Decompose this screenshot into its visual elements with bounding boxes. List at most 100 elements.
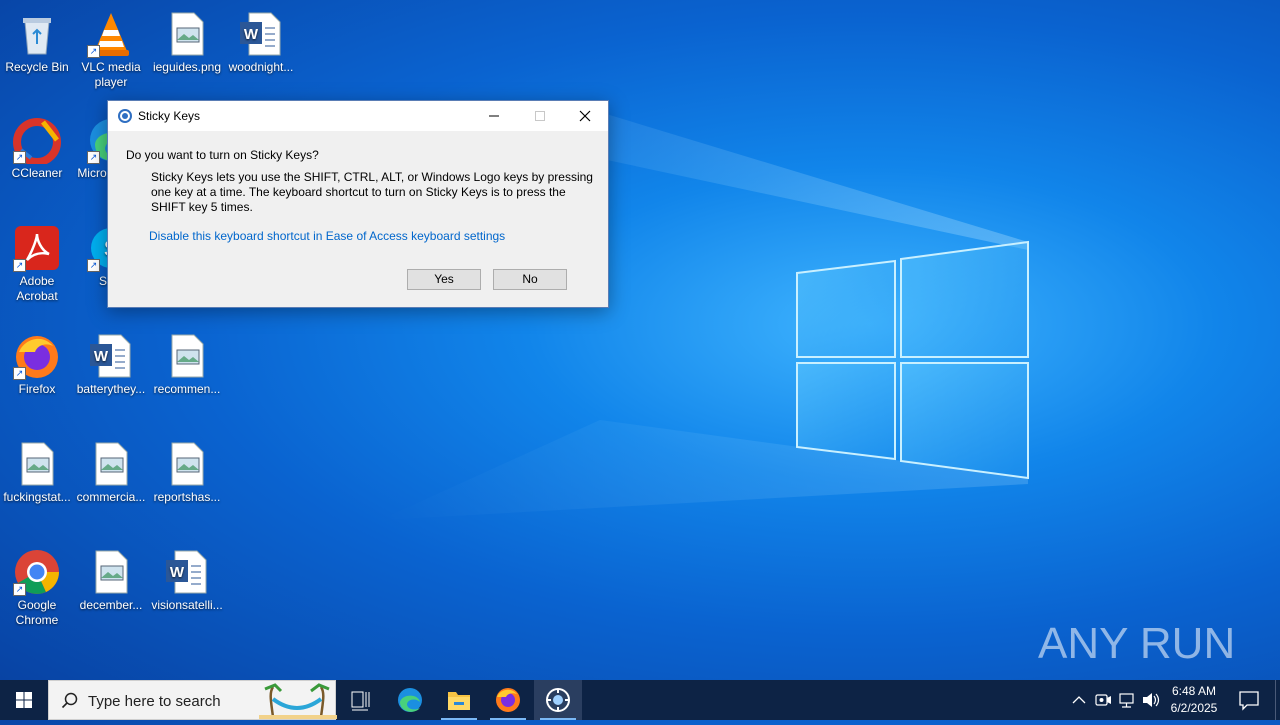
image-file-icon (13, 440, 61, 488)
taskbar-clock[interactable]: 6:48 AM 6/2/2025 (1160, 683, 1228, 717)
ccleaner-icon: ↗ (13, 116, 61, 166)
dialog-title: Sticky Keys (138, 109, 201, 123)
desktop-icon-firefox[interactable]: ↗ Firefox (0, 328, 75, 397)
windows-start-icon (16, 692, 32, 708)
desktop-icon-file[interactable]: W batterythey... (73, 328, 149, 397)
ease-of-access-icon (546, 688, 570, 712)
taskbar-ease-of-access-button[interactable] (534, 680, 582, 720)
close-button[interactable] (562, 101, 608, 131)
watermark-text: ANY RUN (1038, 619, 1232, 668)
clock-date: 6/2/2025 (1170, 701, 1218, 715)
svg-text:W: W (170, 564, 185, 581)
image-file-icon (163, 10, 211, 58)
action-center-button[interactable] (1232, 680, 1266, 720)
image-file-icon (163, 332, 211, 380)
desktop-icon-label: VLC media player (81, 60, 141, 89)
chrome-icon: ↗ (13, 548, 61, 596)
taskbar-edge-button[interactable] (386, 680, 434, 720)
dialog-titlebar[interactable]: Sticky Keys (108, 101, 608, 131)
dialog-question: Do you want to turn on Sticky Keys? (126, 148, 319, 162)
desktop-icon-label: woodnight... (228, 60, 294, 74)
desktop-icon-file[interactable]: fuckingstat... (0, 436, 75, 505)
shortcut-arrow-icon: ↗ (87, 151, 100, 164)
image-file-icon (163, 440, 211, 488)
recycle-bin-icon (13, 10, 61, 58)
task-view-icon (351, 691, 370, 711)
shortcut-arrow-icon: ↗ (13, 583, 26, 596)
desktop-icon-label: commercia... (76, 490, 146, 504)
desktop-icon-label: recommen... (153, 382, 221, 396)
taskbar-firefox-button[interactable] (484, 680, 532, 720)
shortcut-arrow-icon: ↗ (13, 151, 26, 164)
close-icon (579, 110, 591, 122)
word-doc-icon: W (163, 548, 211, 596)
show-desktop-button[interactable] (1275, 680, 1280, 720)
no-button[interactable]: No (493, 269, 567, 290)
tray-network-button[interactable] (1116, 680, 1138, 720)
word-doc-icon: W (237, 10, 285, 58)
camera-icon (1095, 694, 1111, 706)
desktop-icon-file[interactable]: W visionsatelli... (149, 544, 225, 613)
show-hidden-icons-button[interactable] (1068, 680, 1090, 720)
desktop-icon-label: CCleaner (11, 166, 63, 180)
desktop-icon-label: reportshas... (153, 490, 221, 504)
desktop-icon-label: Recycle Bin (5, 60, 69, 74)
desktop-icon-label: fuckingstat... (3, 490, 71, 504)
tray-volume-button[interactable] (1140, 680, 1162, 720)
task-view-button[interactable] (336, 680, 384, 720)
acrobat-icon: ↗ (13, 224, 61, 272)
network-icon (1119, 693, 1134, 708)
desktop-icon-ccleaner[interactable]: ↗ CCleaner (0, 112, 75, 181)
maximize-button (517, 101, 563, 131)
image-file-icon (87, 440, 135, 488)
search-icon (61, 692, 78, 709)
minimize-icon (489, 115, 499, 117)
desktop-icon-label: Adobe Acrobat (16, 274, 58, 303)
firefox-icon: ↗ (13, 332, 61, 380)
desktop-icon-file[interactable]: recommen... (149, 328, 225, 397)
yes-button[interactable]: Yes (407, 269, 481, 290)
desktop-icon-label: batterythey... (76, 382, 146, 396)
desktop-icon-google-chrome[interactable]: ↗ Google Chrome (0, 544, 75, 628)
minimize-button[interactable] (471, 101, 517, 131)
desktop-icon-file[interactable]: W woodnight... (223, 6, 299, 75)
taskbar-search-box[interactable]: Type here to search (48, 680, 337, 720)
firefox-icon (496, 688, 520, 712)
desktop-icon-file[interactable]: ieguides.png (149, 6, 225, 75)
desktop-icon-file[interactable]: commercia... (73, 436, 149, 505)
desktop-icon-vlc[interactable]: ↗ VLC media player (73, 6, 149, 90)
notification-icon (1239, 691, 1259, 711)
edge-icon (398, 688, 422, 712)
maximize-icon (535, 111, 545, 121)
sticky-keys-dialog: Sticky Keys Do you want to turn on Stick… (107, 100, 609, 308)
svg-text:W: W (94, 348, 109, 365)
word-doc-icon: W (87, 332, 135, 380)
desktop-icon-recycle-bin[interactable]: Recycle Bin (0, 6, 75, 75)
vlc-icon: ↗ (87, 10, 135, 58)
start-button[interactable] (0, 680, 48, 720)
search-placeholder: Type here to search (88, 693, 221, 710)
desktop-icon-file[interactable]: december... (73, 544, 149, 613)
shortcut-arrow-icon: ↗ (13, 367, 26, 380)
dialog-description: Sticky Keys lets you use the SHIFT, CTRL… (151, 170, 593, 214)
tray-meet-now-button[interactable] (1092, 680, 1114, 720)
desktop-icon-label: ieguides.png (152, 60, 222, 74)
anyrun-watermark: ANY RUN (1038, 619, 1232, 668)
search-highlight-hammock-icon (259, 683, 337, 719)
taskbar-file-explorer-button[interactable] (435, 680, 483, 720)
ease-of-access-icon (118, 109, 132, 123)
svg-text:W: W (244, 26, 259, 43)
image-file-icon (87, 548, 135, 596)
desktop-icon-adobe-acrobat[interactable]: ↗ Adobe Acrobat (0, 220, 75, 304)
desktop-icon-file[interactable]: reportshas... (149, 436, 225, 505)
disable-shortcut-link[interactable]: Disable this keyboard shortcut in Ease o… (149, 229, 505, 243)
desktop-icon-label: Google Chrome (15, 598, 59, 627)
desktop-icon-label: december... (79, 598, 143, 612)
shortcut-arrow-icon: ↗ (87, 45, 100, 58)
taskbar: Type here to search 6:48 AM 6/2/2025 (0, 680, 1280, 720)
shortcut-arrow-icon: ↗ (13, 259, 26, 272)
file-explorer-icon (448, 692, 470, 710)
chevron-up-icon (1072, 696, 1086, 704)
desktop-icon-label: Firefox (18, 382, 56, 396)
desktop-icon-label: visionsatelli... (151, 598, 223, 612)
